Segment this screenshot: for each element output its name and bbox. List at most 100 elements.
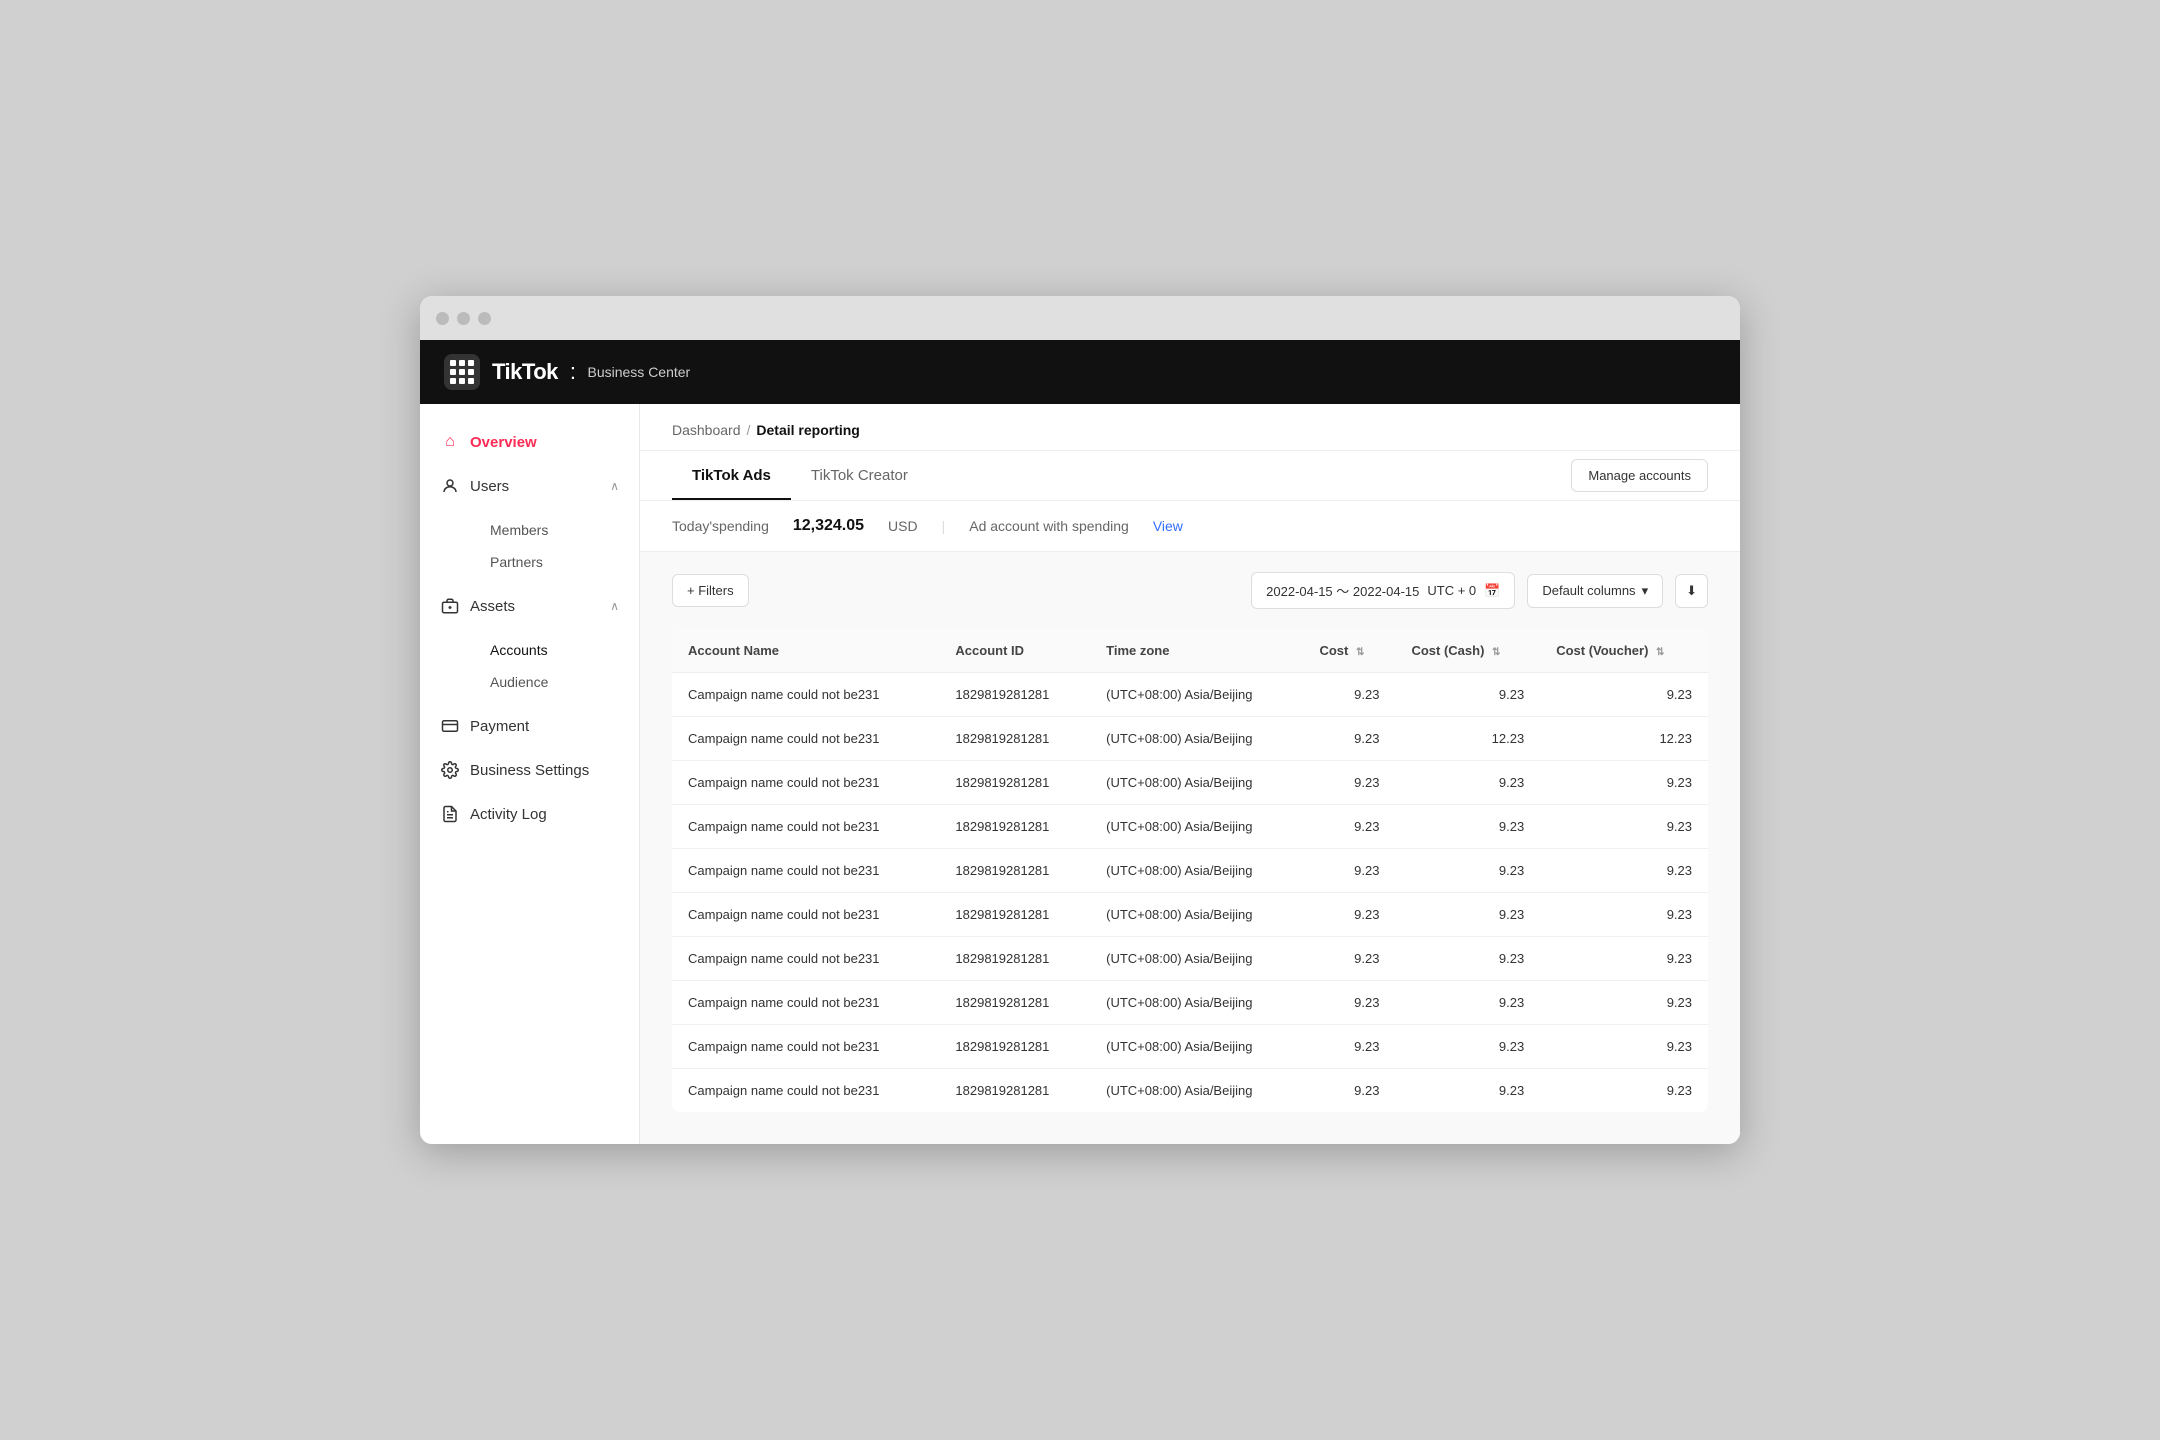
- payment-icon: [440, 716, 460, 736]
- cell-timezone: (UTC+08:00) Asia/Beijing: [1090, 805, 1303, 849]
- table-row: Campaign name could not be231 1829819281…: [672, 981, 1708, 1025]
- sidebar-label-overview: Overview: [470, 434, 537, 451]
- cell-cost-voucher: 9.23: [1540, 1069, 1708, 1113]
- activity-log-icon: [440, 804, 460, 824]
- traffic-light-minimize[interactable]: [457, 312, 470, 325]
- stats-currency: USD: [888, 518, 918, 534]
- sidebar-item-members[interactable]: Members: [470, 514, 639, 546]
- sidebar-sub-assets: Accounts Audience: [420, 628, 639, 704]
- breadcrumb-parent[interactable]: Dashboard: [672, 422, 741, 438]
- cell-cost: 9.23: [1303, 981, 1395, 1025]
- col-account-id: Account ID: [939, 629, 1090, 673]
- col-cost[interactable]: Cost ⇅: [1303, 629, 1395, 673]
- cell-account-name: Campaign name could not be231: [672, 673, 939, 717]
- cell-account-id: 1829819281281: [939, 893, 1090, 937]
- tab-tiktok-ads[interactable]: TikTok Ads: [672, 451, 791, 500]
- table-body: Campaign name could not be231 1829819281…: [672, 673, 1708, 1113]
- sidebar-label-payment: Payment: [470, 718, 529, 735]
- columns-label: Default columns: [1542, 583, 1635, 598]
- breadcrumb-current: Detail reporting: [756, 422, 859, 438]
- cell-account-id: 1829819281281: [939, 1025, 1090, 1069]
- table-row: Campaign name could not be231 1829819281…: [672, 673, 1708, 717]
- sidebar-item-assets[interactable]: Assets ∧: [420, 584, 639, 628]
- date-range-picker[interactable]: 2022-04-15 ～ 2022-04-15 UTC + 0 📅: [1251, 572, 1515, 609]
- cell-cost-voucher: 9.23: [1540, 1025, 1708, 1069]
- col-cost-voucher[interactable]: Cost (Voucher) ⇅: [1540, 629, 1708, 673]
- cell-account-name: Campaign name could not be231: [672, 761, 939, 805]
- chevron-down-icon: ▾: [1642, 583, 1649, 599]
- stats-value: 12,324.05: [793, 517, 864, 535]
- columns-selector[interactable]: Default columns ▾: [1527, 574, 1663, 608]
- cell-cost-voucher: 9.23: [1540, 937, 1708, 981]
- cell-cost: 9.23: [1303, 673, 1395, 717]
- cell-timezone: (UTC+08:00) Asia/Beijing: [1090, 673, 1303, 717]
- sidebar-item-accounts[interactable]: Accounts: [470, 634, 639, 666]
- sidebar-item-business-settings[interactable]: Business Settings: [420, 748, 639, 792]
- sidebar-item-activity-log[interactable]: Activity Log: [420, 792, 639, 836]
- cell-cost-voucher: 12.23: [1540, 717, 1708, 761]
- sidebar-item-users[interactable]: Users ∧: [420, 464, 639, 508]
- table-row: Campaign name could not be231 1829819281…: [672, 761, 1708, 805]
- cell-account-id: 1829819281281: [939, 937, 1090, 981]
- sidebar-item-payment[interactable]: Payment: [420, 704, 639, 748]
- tabs-bar: TikTok Ads TikTok Creator Manage account…: [640, 451, 1740, 501]
- cell-cost: 9.23: [1303, 717, 1395, 761]
- cell-account-name: Campaign name could not be231: [672, 805, 939, 849]
- sort-icon-cost: ⇅: [1356, 647, 1364, 658]
- table-header-row: Account Name Account ID Time zone Cost ⇅…: [672, 629, 1708, 673]
- col-cost-cash[interactable]: Cost (Cash) ⇅: [1395, 629, 1540, 673]
- logo-tiktok: TikTok: [492, 359, 558, 385]
- ad-account-label: Ad account with spending: [969, 518, 1129, 534]
- cell-timezone: (UTC+08:00) Asia/Beijing: [1090, 717, 1303, 761]
- cell-timezone: (UTC+08:00) Asia/Beijing: [1090, 761, 1303, 805]
- cell-account-name: Campaign name could not be231: [672, 1069, 939, 1113]
- manage-accounts-button[interactable]: Manage accounts: [1571, 459, 1708, 492]
- table-row: Campaign name could not be231 1829819281…: [672, 1069, 1708, 1113]
- cell-account-name: Campaign name could not be231: [672, 981, 939, 1025]
- sidebar-item-overview[interactable]: ⌂ Overview: [420, 420, 639, 464]
- view-link[interactable]: View: [1153, 518, 1183, 534]
- sidebar-item-partners[interactable]: Partners: [470, 546, 639, 578]
- sidebar-label-users: Users: [470, 478, 509, 495]
- cell-timezone: (UTC+08:00) Asia/Beijing: [1090, 893, 1303, 937]
- cell-timezone: (UTC+08:00) Asia/Beijing: [1090, 1069, 1303, 1113]
- cell-timezone: (UTC+08:00) Asia/Beijing: [1090, 849, 1303, 893]
- main-content: Dashboard / Detail reporting TikTok Ads …: [640, 404, 1740, 1144]
- app-body: ⌂ Overview Users ∧ Members Partners: [420, 404, 1740, 1144]
- cell-cost-cash: 9.23: [1395, 1025, 1540, 1069]
- cell-account-id: 1829819281281: [939, 805, 1090, 849]
- table-row: Campaign name could not be231 1829819281…: [672, 1025, 1708, 1069]
- user-icon: [440, 476, 460, 496]
- assets-icon: [440, 596, 460, 616]
- filters-right: 2022-04-15 ～ 2022-04-15 UTC + 0 📅 Defaul…: [1251, 572, 1708, 609]
- logo-subtitle: Business Center: [588, 364, 691, 380]
- export-button[interactable]: ⬇: [1675, 574, 1708, 608]
- settings-icon: [440, 760, 460, 780]
- cell-account-name: Campaign name could not be231: [672, 937, 939, 981]
- tab-tiktok-creator[interactable]: TikTok Creator: [791, 451, 928, 500]
- traffic-light-close[interactable]: [436, 312, 449, 325]
- filters-button[interactable]: + Filters: [672, 574, 749, 607]
- cell-account-id: 1829819281281: [939, 1069, 1090, 1113]
- cell-cost: 9.23: [1303, 761, 1395, 805]
- chevron-users: ∧: [610, 479, 619, 493]
- cell-cost-voucher: 9.23: [1540, 893, 1708, 937]
- table-row: Campaign name could not be231 1829819281…: [672, 893, 1708, 937]
- table-row: Campaign name could not be231 1829819281…: [672, 849, 1708, 893]
- cell-account-id: 1829819281281: [939, 717, 1090, 761]
- sidebar-label-business-settings: Business Settings: [470, 762, 589, 779]
- sidebar-item-audience[interactable]: Audience: [470, 666, 639, 698]
- cell-cost-cash: 9.23: [1395, 673, 1540, 717]
- cell-timezone: (UTC+08:00) Asia/Beijing: [1090, 1025, 1303, 1069]
- cell-account-id: 1829819281281: [939, 761, 1090, 805]
- grid-icon[interactable]: [444, 354, 480, 390]
- table-row: Campaign name could not be231 1829819281…: [672, 717, 1708, 761]
- cell-account-name: Campaign name could not be231: [672, 717, 939, 761]
- sort-icon-cost-cash: ⇅: [1492, 647, 1500, 658]
- app-header: TikTok: Business Center: [420, 340, 1740, 404]
- cell-timezone: (UTC+08:00) Asia/Beijing: [1090, 937, 1303, 981]
- cell-cost-cash: 9.23: [1395, 893, 1540, 937]
- sidebar-label-assets: Assets: [470, 598, 515, 615]
- cell-account-id: 1829819281281: [939, 673, 1090, 717]
- traffic-light-maximize[interactable]: [478, 312, 491, 325]
